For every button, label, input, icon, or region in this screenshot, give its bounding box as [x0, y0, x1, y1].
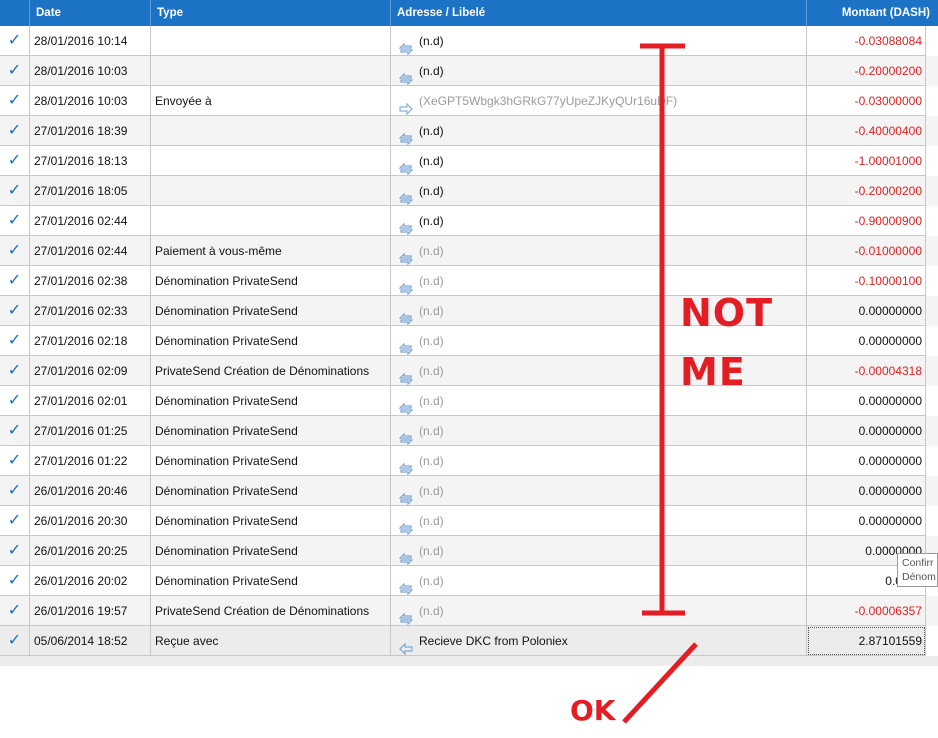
annotation-bracket — [622, 43, 698, 724]
annotation-me: ME — [680, 350, 746, 394]
annotation-not: NOT — [680, 291, 774, 335]
annotation-ok: OK — [570, 694, 616, 727]
ok-arrow-line — [622, 642, 698, 724]
